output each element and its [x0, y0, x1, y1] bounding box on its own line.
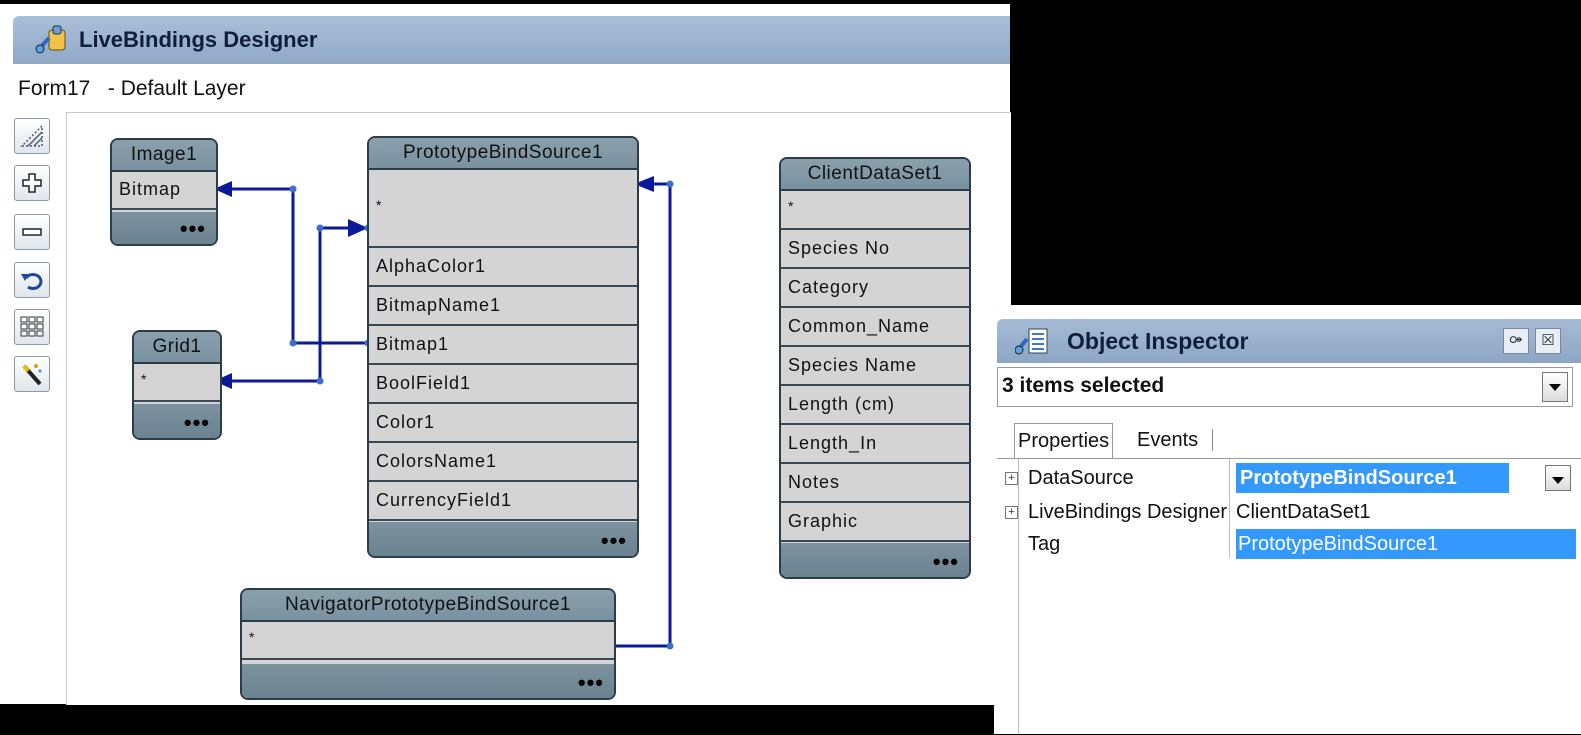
- field-row[interactable]: BoolField1: [369, 365, 637, 404]
- node-footer: •••: [242, 664, 614, 698]
- tab-events[interactable]: Events: [1134, 423, 1201, 457]
- field-row[interactable]: BitmapName1: [369, 287, 637, 326]
- field-row[interactable]: ColorsName1: [369, 443, 637, 482]
- field-row[interactable]: Notes: [781, 464, 969, 503]
- node-title: ClientDataSet1: [781, 159, 969, 191]
- property-name: DataSource: [1028, 467, 1134, 489]
- field-row[interactable]: Species Name: [781, 347, 969, 386]
- property-name: LiveBindings Designer: [1028, 501, 1228, 523]
- field-row[interactable]: Length (cm): [781, 386, 969, 425]
- pin-button[interactable]: ⚩: [1503, 328, 1529, 354]
- tab-properties[interactable]: Properties: [1014, 423, 1114, 458]
- dropdown-option-selected[interactable]: PrototypeBindSource1: [1236, 529, 1576, 559]
- property-row-datasource[interactable]: + DataSource PrototypeBindSource1: [997, 463, 1581, 495]
- field-row[interactable]: *: [781, 191, 969, 230]
- node-image1[interactable]: Image1 Bitmap •••: [110, 138, 218, 246]
- more-fields-button[interactable]: •••: [601, 528, 627, 554]
- field-row[interactable]: Bitmap: [112, 172, 216, 210]
- more-fields-button[interactable]: •••: [180, 216, 206, 242]
- node-title: NavigatorPrototypeBindSource1: [242, 590, 614, 622]
- expand-icon[interactable]: +: [1005, 506, 1018, 519]
- node-navigatorprototypebindsource1[interactable]: NavigatorPrototypeBindSource1 * •••: [240, 588, 616, 700]
- expand-icon[interactable]: +: [1005, 472, 1018, 485]
- field-row[interactable]: *: [242, 622, 614, 660]
- selection-combobox[interactable]: 3 items selected: [997, 367, 1573, 407]
- selection-text: 3 items selected: [1002, 374, 1165, 397]
- field-row[interactable]: AlphaColor1: [369, 248, 637, 287]
- more-fields-button[interactable]: •••: [578, 670, 604, 696]
- property-row-livebindings-designer[interactable]: + LiveBindings Designer ClientDataSet1: [997, 497, 1581, 529]
- inspector-title: Object Inspector: [1067, 328, 1249, 354]
- property-name: Tag: [1028, 533, 1061, 555]
- field-row[interactable]: CurrencyField1: [369, 482, 637, 521]
- node-title: Grid1: [134, 332, 220, 364]
- field-row[interactable]: Graphic: [781, 503, 969, 542]
- tab-divider: [1212, 429, 1213, 451]
- link-pbs-bitmap1-to-image1: [232, 187, 368, 345]
- dropdown-option[interactable]: ClientDataSet1: [1236, 497, 1371, 527]
- object-inspector-icon: [1015, 328, 1048, 355]
- field-row[interactable]: *: [134, 364, 220, 402]
- node-prototypebindsource1[interactable]: PrototypeBindSource1 * AlphaColor1 Bitma…: [367, 136, 639, 558]
- field-row[interactable]: Species No: [781, 230, 969, 269]
- node-title: PrototypeBindSource1: [369, 138, 637, 170]
- close-button[interactable]: ☒: [1535, 328, 1561, 354]
- field-row[interactable]: *: [369, 170, 637, 248]
- node-title: Image1: [112, 140, 216, 172]
- field-row[interactable]: Common_Name: [781, 308, 969, 347]
- node-footer: •••: [134, 404, 220, 438]
- property-row-tag[interactable]: Tag PrototypeBindSource1: [997, 529, 1581, 561]
- chevron-down-icon[interactable]: [1545, 465, 1571, 491]
- more-fields-button[interactable]: •••: [184, 410, 210, 436]
- node-clientdataset1[interactable]: ClientDataSet1 * Species No Category Com…: [779, 157, 971, 579]
- chevron-down-icon[interactable]: [1542, 372, 1568, 402]
- field-row[interactable]: Length_In: [781, 425, 969, 464]
- field-row[interactable]: Category: [781, 269, 969, 308]
- object-inspector-window: Object Inspector ⚩ ☒ 3 items selected Pr…: [994, 305, 1581, 734]
- node-footer: •••: [112, 212, 216, 244]
- node-footer: •••: [781, 543, 969, 577]
- field-row[interactable]: Color1: [369, 404, 637, 443]
- inspector-title-bar: Object Inspector ⚩ ☒: [997, 319, 1581, 363]
- property-value-editor[interactable]: PrototypeBindSource1: [1236, 463, 1509, 493]
- node-footer: •••: [369, 522, 637, 556]
- node-grid1[interactable]: Grid1 * •••: [132, 330, 222, 440]
- more-fields-button[interactable]: •••: [933, 549, 959, 575]
- property-grid: + DataSource PrototypeBindSource1 + Live…: [997, 458, 1581, 735]
- field-row[interactable]: Bitmap1: [369, 326, 637, 365]
